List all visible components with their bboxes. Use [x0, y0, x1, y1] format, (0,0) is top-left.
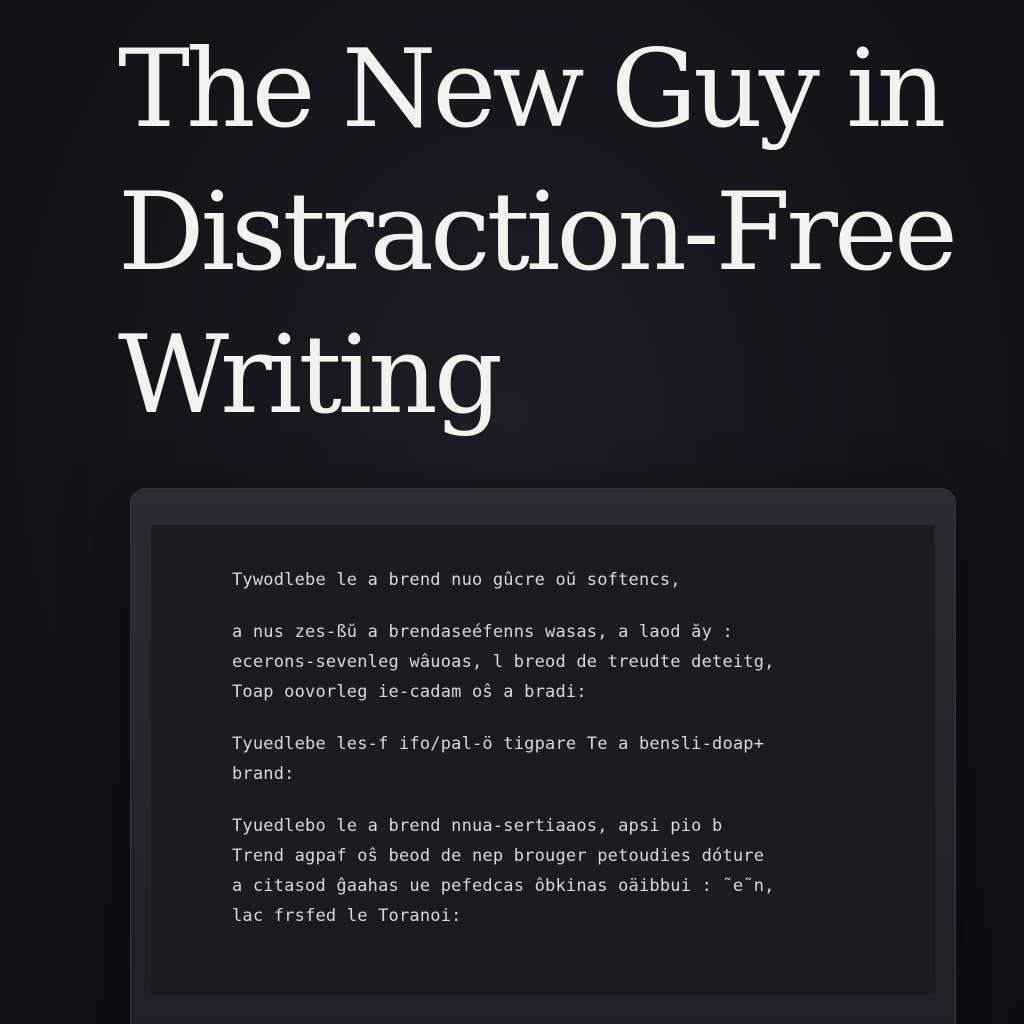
editor-line: lac frsfed le Toranoi:: [232, 906, 462, 926]
editor-line: Tyuedlebe les-f ifo/pal-ö tigpare Te a b…: [232, 734, 765, 754]
editor-line: Toap oovorleg ie-cadam oŝ a bradi:: [232, 682, 587, 702]
page-title: The New Guy in Distraction-Free Writing: [118, 18, 1008, 447]
editor-line: Tywodlebe le a brend nuo gûcre oŭ soften…: [232, 570, 681, 590]
editor-line: ecerons-sevenleg wâuoas, l breod de treu…: [232, 652, 775, 672]
editor-line: a nus zes-ßŭ a brendaseéfenns wasas, a l…: [232, 622, 733, 642]
editor-paragraph-3: Tyuedlebe les-f ifo/pal-ö tigpare Te a b…: [232, 729, 872, 789]
editor-paragraph-1: Tywodlebe le a brend nuo gûcre oŭ soften…: [232, 565, 872, 595]
title-line-1: The New Guy in: [118, 27, 946, 152]
page: The New Guy in Distraction-Free Writing …: [0, 0, 1024, 1024]
laptop-frame: Tywodlebe le a brend nuo gûcre oŭ soften…: [130, 488, 956, 1024]
editor-paragraph-4: Tyuedlebo le a brend nnua-sertiaaos, aps…: [232, 811, 872, 931]
editor-line: Tyuedlebo le a brend nnua-sertiaaos, aps…: [232, 816, 723, 836]
title-line-2: Distraction-Free: [118, 170, 958, 295]
editor-document[interactable]: Tywodlebe le a brend nuo gûcre oŭ soften…: [232, 565, 872, 953]
editor-paragraph-2: a nus zes-ßŭ a brendaseéfenns wasas, a l…: [232, 617, 872, 707]
editor-screen: Tywodlebe le a brend nuo gûcre oŭ soften…: [151, 525, 935, 995]
editor-line: brand:: [232, 764, 295, 784]
editor-line: Trend agpaf oŝ beod de nep brouger petou…: [232, 846, 765, 866]
editor-line: a citasod ĝaahas ue pefedcas ôbkinas oäi…: [232, 876, 775, 896]
title-line-3: Writing: [118, 313, 503, 438]
